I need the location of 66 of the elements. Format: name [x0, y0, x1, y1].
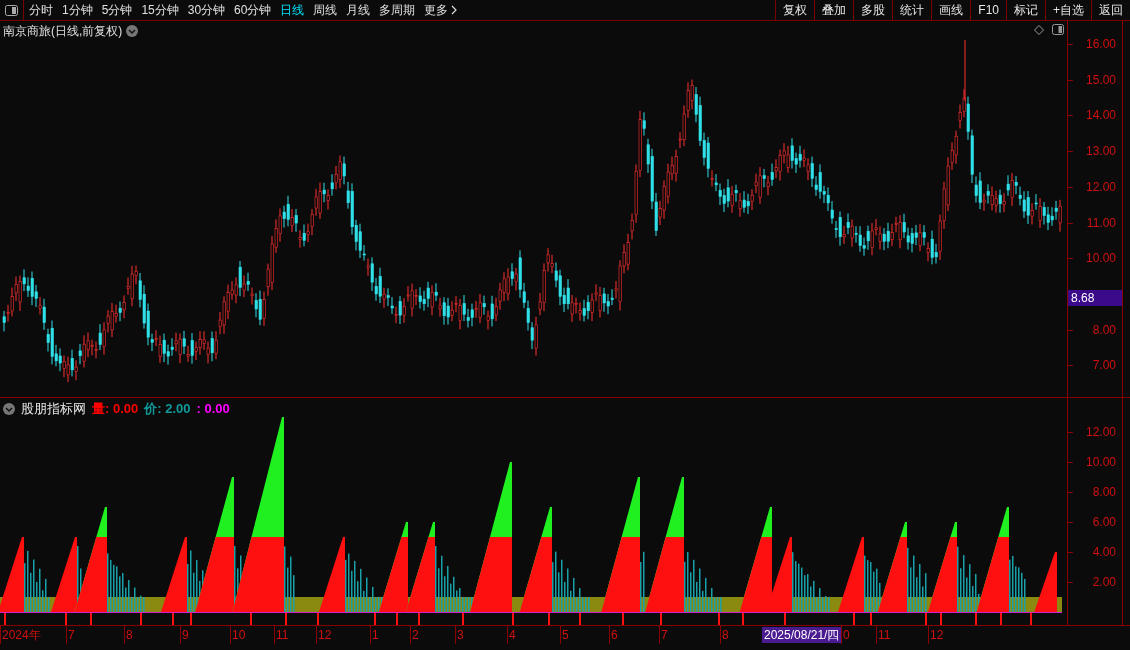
axis-label: 10.00: [1085, 252, 1116, 265]
toolbar-button[interactable]: 叠加: [814, 0, 854, 20]
period-tab[interactable]: 月线: [346, 4, 371, 16]
axis-label: 2.00: [1092, 576, 1116, 588]
chevron-right-icon: [451, 5, 458, 15]
diamond-icon[interactable]: [1034, 24, 1044, 35]
chart-title: 南京商旅(日线,前复权): [3, 23, 123, 40]
axis-label: 10.00: [1085, 456, 1116, 468]
period-tab[interactable]: 周线: [313, 4, 338, 16]
axis-label: 11.00: [1086, 216, 1116, 229]
time-label: 5: [562, 629, 569, 641]
panel-toggle-icon[interactable]: [5, 4, 18, 16]
time-label: 12: [930, 629, 944, 641]
axis-label: 12.00: [1085, 426, 1116, 438]
time-label: 11: [276, 629, 289, 641]
toolbar-button[interactable]: 统计: [892, 0, 932, 20]
period-tab[interactable]: 60分钟: [234, 4, 272, 16]
axis-label: 8.00: [1092, 323, 1116, 336]
dropdown-icon[interactable]: [3, 402, 15, 415]
period-tab[interactable]: 分时: [29, 4, 53, 16]
dropdown-icon[interactable]: [126, 25, 139, 37]
axis-label: 7.00: [1092, 359, 1116, 372]
time-label: 8: [126, 629, 133, 641]
toolbar-button[interactable]: 标记: [1006, 0, 1045, 20]
more-button[interactable]: 更多: [424, 4, 458, 16]
time-label: 4: [509, 629, 516, 641]
time-label: 12: [318, 629, 332, 641]
axis-label: 8.00: [1092, 486, 1116, 498]
indicator-name: 股朋指标网: [21, 400, 86, 418]
time-label: 3: [457, 629, 464, 641]
toolbar-button[interactable]: 返回: [1091, 0, 1130, 20]
axis-label: 15.00: [1085, 73, 1116, 86]
time-label: 7: [661, 629, 668, 641]
time-label: 2024年: [2, 629, 41, 641]
current-price-label: 8.68: [1068, 290, 1122, 306]
axis-label: 6.00: [1092, 516, 1116, 528]
time-label: 1: [372, 629, 379, 641]
period-tab[interactable]: 日线: [280, 4, 305, 16]
legend-value: : 0.00: [196, 400, 230, 418]
period-tab[interactable]: 5分钟: [101, 4, 133, 16]
axis-label: 13.00: [1085, 145, 1116, 158]
period-tab[interactable]: 15分钟: [141, 4, 179, 16]
toolbar-button[interactable]: 多股: [853, 0, 893, 20]
time-label: 10: [232, 629, 246, 641]
period-tab[interactable]: 多周期: [379, 4, 416, 16]
toolbar-button[interactable]: +自选: [1045, 0, 1091, 20]
time-label: 0: [843, 629, 850, 641]
time-label: 9: [182, 629, 189, 641]
axis-label: 12.00: [1085, 180, 1116, 193]
cursor-date-label: 2025/08/21/四: [762, 627, 842, 643]
period-tab[interactable]: 1分钟: [62, 4, 93, 16]
period-tab[interactable]: 30分钟: [187, 4, 226, 16]
legend-value: 量: 0.00: [92, 400, 139, 418]
time-label: 8: [722, 629, 729, 641]
legend-value: 价: 2.00: [144, 400, 191, 418]
panel-toggle-icon[interactable]: [1052, 24, 1064, 35]
toolbar-button[interactable]: 复权: [775, 0, 815, 20]
time-label: 2: [412, 629, 419, 641]
axis-label: 4.00: [1092, 546, 1116, 558]
time-label: 7: [68, 629, 75, 641]
axis-label: 16.00: [1085, 38, 1116, 50]
toolbar-button[interactable]: 画线: [931, 0, 971, 20]
axis-label: 14.00: [1085, 109, 1116, 122]
time-label: 6: [611, 629, 618, 641]
toolbar-button[interactable]: F10: [970, 0, 1006, 20]
time-label: 11: [878, 629, 891, 641]
